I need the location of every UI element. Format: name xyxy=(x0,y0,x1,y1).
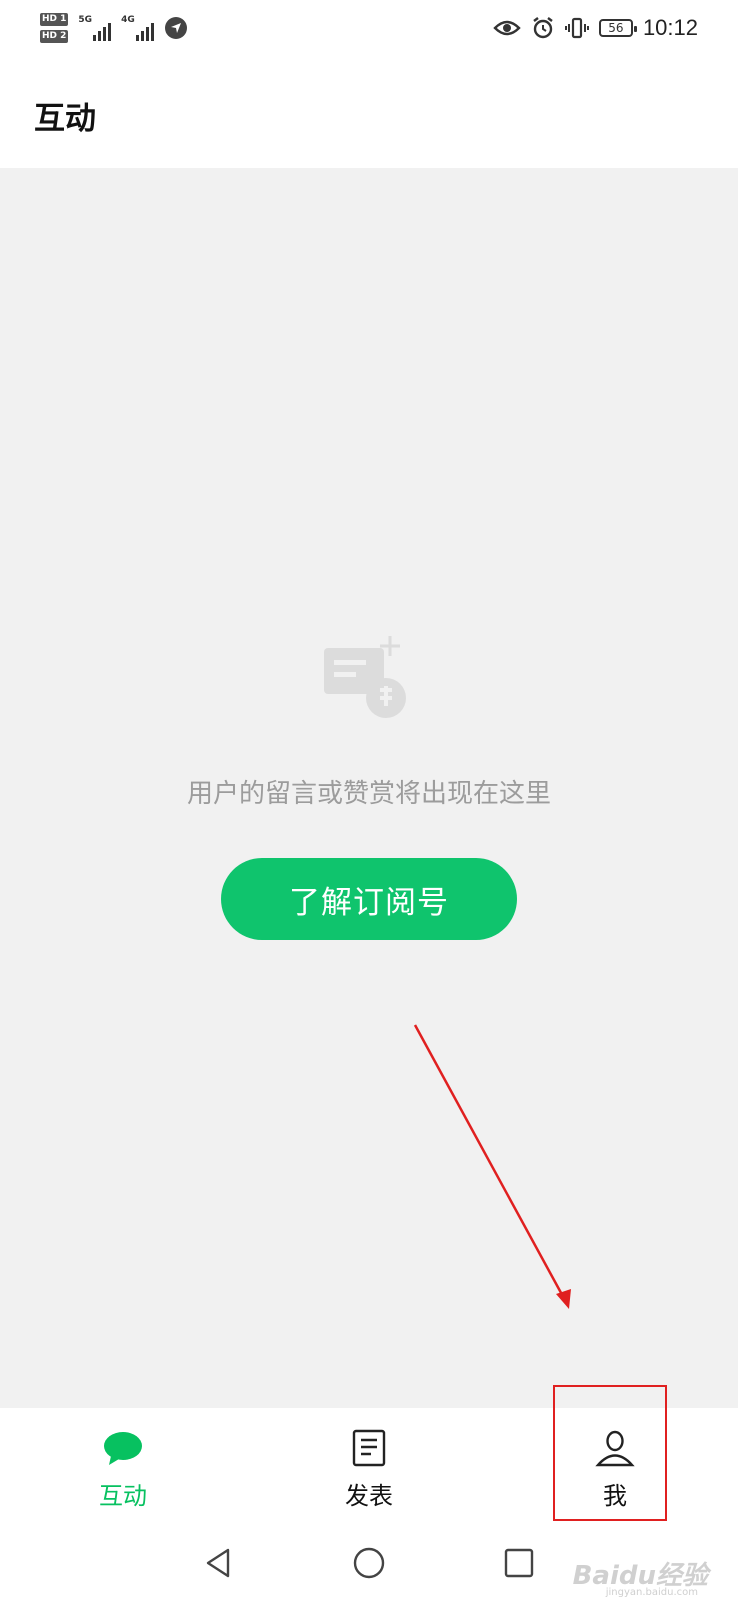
page-title: 互动 xyxy=(34,101,96,137)
sim-indicators: HD 1 HD 2 xyxy=(40,13,69,43)
home-button[interactable] xyxy=(349,1543,389,1583)
status-bar: HD 1 HD 2 5G 4G 56 10:12 xyxy=(0,0,738,55)
tab-interaction[interactable]: 互动 xyxy=(0,1408,246,1526)
signal-bars-icon xyxy=(135,23,154,41)
person-icon xyxy=(595,1430,635,1467)
network-type-4g: 4G xyxy=(121,15,135,25)
clock: 10:12 xyxy=(642,15,698,40)
tab-publish[interactable]: 发表 xyxy=(246,1408,492,1526)
network-type-5g: 5G xyxy=(78,15,93,25)
status-right: 56 10:12 xyxy=(493,10,698,46)
sim1-label: HD 1 xyxy=(40,13,69,26)
tab-interaction-label: 互动 xyxy=(99,1482,147,1510)
learn-subscription-button[interactable]: 了解订阅号 xyxy=(221,858,517,940)
back-triangle-icon xyxy=(206,1548,230,1578)
sim2-label: HD 2 xyxy=(40,30,69,43)
battery-icon: 56 xyxy=(598,19,637,37)
back-button[interactable] xyxy=(199,1543,239,1583)
battery-level: 56 xyxy=(608,21,624,35)
signal-4g: 4G xyxy=(121,15,154,41)
status-left: HD 1 HD 2 5G 4G xyxy=(40,8,188,48)
eye-icon xyxy=(493,20,521,36)
watermark-url: jingyan.baidu.com xyxy=(605,1587,698,1598)
bottom-nav: 互动 发表 我 xyxy=(0,1408,738,1526)
empty-state-message: 用户的留言或赞赏将出现在这里 xyxy=(186,779,551,809)
tab-publish-label: 发表 xyxy=(345,1482,393,1510)
vibrate-icon xyxy=(564,17,589,39)
tab-me[interactable]: 我 xyxy=(492,1408,738,1526)
recents-button[interactable] xyxy=(499,1543,539,1583)
document-icon xyxy=(352,1429,386,1467)
sim2-indicator: HD 2 xyxy=(40,30,69,43)
recents-square-icon xyxy=(504,1548,534,1578)
chat-bubble-icon xyxy=(104,1432,142,1465)
app-header: 互动 xyxy=(0,55,738,168)
signal-5g: 5G xyxy=(78,15,112,41)
main-content: 用户的留言或赞赏将出现在这里 了解订阅号 xyxy=(0,168,738,1408)
sim1-indicator: HD 1 xyxy=(40,13,69,26)
alarm-icon xyxy=(533,17,553,39)
home-circle-icon xyxy=(353,1547,385,1579)
tab-me-label: 我 xyxy=(603,1482,627,1510)
signal-bars-icon xyxy=(93,23,112,41)
empty-messages-icon xyxy=(324,636,406,718)
location-icon xyxy=(164,17,187,39)
